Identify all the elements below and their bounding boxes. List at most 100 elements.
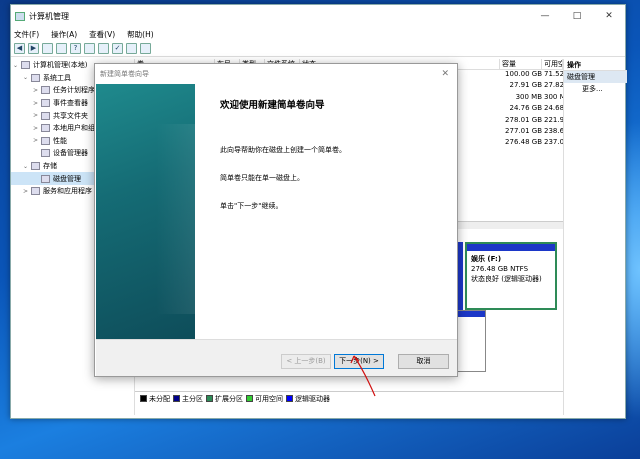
legend-swatch [140,395,147,402]
wizard-heading: 欢迎使用新建简单卷向导 [220,100,325,111]
volume-capacity: 27.91 GB [509,81,543,90]
menu-file[interactable]: 文件(F) [14,29,39,40]
cancel-button[interactable]: 取消 [398,354,449,369]
volume-capacity: 100.00 GB [505,70,542,78]
volume-capacity: 24.76 GB [509,104,543,113]
volume-free: 71.52 [544,70,563,78]
volume-free: 237.0 [544,138,563,147]
wizard-body: 欢迎使用新建简单卷向导 此向导帮助你在磁盘上创建一个简单卷。 简单卷只能在单一磁… [220,97,450,229]
legend-label: 主分区 [182,394,203,403]
actions-pane: 操作 磁盘管理 更多... [563,59,627,415]
new-simple-volume-wizard: 新建简单卷向导 ✕ 欢迎使用新建简单卷向导 此向导帮助你在磁盘上创建一个简单卷。… [94,63,458,377]
tree-item-label: 共享文件夹 [53,111,88,120]
volume-capacity: 276.48 GB [505,138,542,147]
tree-node-icon [41,86,50,95]
expand-arrow-icon[interactable]: > [23,188,31,195]
volume-f-name: 娱乐 (F:) [471,255,502,263]
tree-node-icon [41,111,50,120]
back-icon[interactable]: ◀ [14,43,25,54]
tree-item-label: 设备管理器 [53,149,88,158]
help-icon[interactable]: ? [70,43,81,54]
tree-item-label: 计算机管理(本地) [33,61,88,70]
volume-capacity: 300 MB [515,92,542,101]
dialog-close-icon[interactable]: ✕ [441,64,449,84]
volume-capacity: 277.01 GB [505,126,542,135]
title-bar: 计算机管理 — □ ✕ [11,5,625,27]
menu-view[interactable]: 查看(V) [89,29,115,40]
tree-node-icon [31,73,40,82]
wizard-text-1: 此向导帮助你在磁盘上创建一个简单卷。 [220,146,346,154]
expand-arrow-icon[interactable]: ⌄ [23,74,31,81]
tree-node-icon [31,187,40,196]
tree-item-label: 存储 [43,162,57,171]
properties-icon[interactable] [56,43,67,54]
back-button[interactable]: < 上一步(B) [281,354,331,369]
col-free[interactable]: 可用空 [542,59,563,69]
expand-arrow-icon[interactable]: ⌄ [23,163,31,170]
menu-bar: 文件(F) 操作(A) 查看(V) 帮助(H) [11,27,625,41]
tree-item-label: 任务计划程序 [53,86,95,95]
wizard-text-3: 单击"下一步"继续。 [220,202,283,210]
expand-arrow-icon[interactable]: > [33,125,41,132]
toolbar: ◀ ▶ ? ✓ [11,41,625,57]
legend-label: 可用空间 [255,394,283,403]
list-icon[interactable] [84,43,95,54]
up-folder-icon[interactable] [42,43,53,54]
dialog-title: 新建简单卷向导 [100,70,149,78]
tree-node-icon [41,174,50,183]
tree-node-icon [41,99,50,108]
tree-item-label: 性能 [53,136,67,145]
legend-swatch [246,395,253,402]
volume-capacity: 278.01 GB [505,115,542,124]
actions-section-disk-management[interactable]: 磁盘管理 [564,71,627,83]
tree-item-label: 磁盘管理 [53,174,81,183]
volume-free: 300 M [544,92,563,101]
expand-arrow-icon[interactable]: > [33,100,41,107]
volume-f-status: 状态良好 (逻辑驱动器) [471,275,542,283]
window-title: 计算机管理 [29,11,69,21]
wizard-text-2: 简单卷只能在单一磁盘上。 [220,174,304,182]
volume-free: 24.68 [544,104,563,113]
minimize-button[interactable]: — [529,5,561,27]
connect-icon[interactable] [98,43,109,54]
tree-item-label: 服务和应用程序 [43,187,92,196]
legend-swatch [173,395,180,402]
forward-icon[interactable]: ▶ [28,43,39,54]
maximize-button[interactable]: □ [561,5,593,27]
legend-swatch [286,395,293,402]
tree-item-label: 本地用户和组 [53,124,95,133]
volume-f-block[interactable]: 娱乐 (F:) 276.48 GB NTFS 状态良好 (逻辑驱动器) [465,242,557,310]
tree-item-label: 系统工具 [43,73,71,82]
wizard-side-banner [96,84,196,339]
expand-arrow-icon[interactable]: ⌄ [13,62,21,69]
actions-more[interactable]: 更多... [564,83,627,95]
tree-node-icon [21,61,30,70]
volume-f-size: 276.48 GB NTFS [471,265,529,273]
check-icon[interactable]: ✓ [112,43,123,54]
red-arrow-annotation [350,355,376,397]
tree-node-icon [41,136,50,145]
volume-free: 221.9 [544,115,563,124]
legend-label: 逻辑驱动器 [295,394,330,403]
col-capacity[interactable]: 容量 [500,59,542,69]
tree-node-icon [41,149,50,158]
tree-node-icon [31,162,40,171]
legend-label: 扩展分区 [215,394,243,403]
tree-node-icon [41,124,50,133]
search-icon[interactable] [126,43,137,54]
menu-action[interactable]: 操作(A) [51,29,77,40]
volume-free: 27.82 [544,81,563,90]
tree-item-label: 事件查看器 [53,99,88,108]
export-icon[interactable] [140,43,151,54]
dialog-title-bar: 新建简单卷向导 ✕ [95,64,457,84]
legend-label: 未分配 [149,394,170,403]
expand-arrow-icon[interactable]: > [33,87,41,94]
volume-free: 238.6 [544,126,563,135]
close-button[interactable]: ✕ [593,5,625,27]
wizard-footer: < 上一步(B) 下一步(N) > 取消 [96,339,457,376]
expand-arrow-icon[interactable]: > [33,137,41,144]
computer-management-icon [15,11,25,21]
actions-header: 操作 [564,59,627,71]
menu-help[interactable]: 帮助(H) [127,29,154,40]
expand-arrow-icon[interactable]: > [33,112,41,119]
